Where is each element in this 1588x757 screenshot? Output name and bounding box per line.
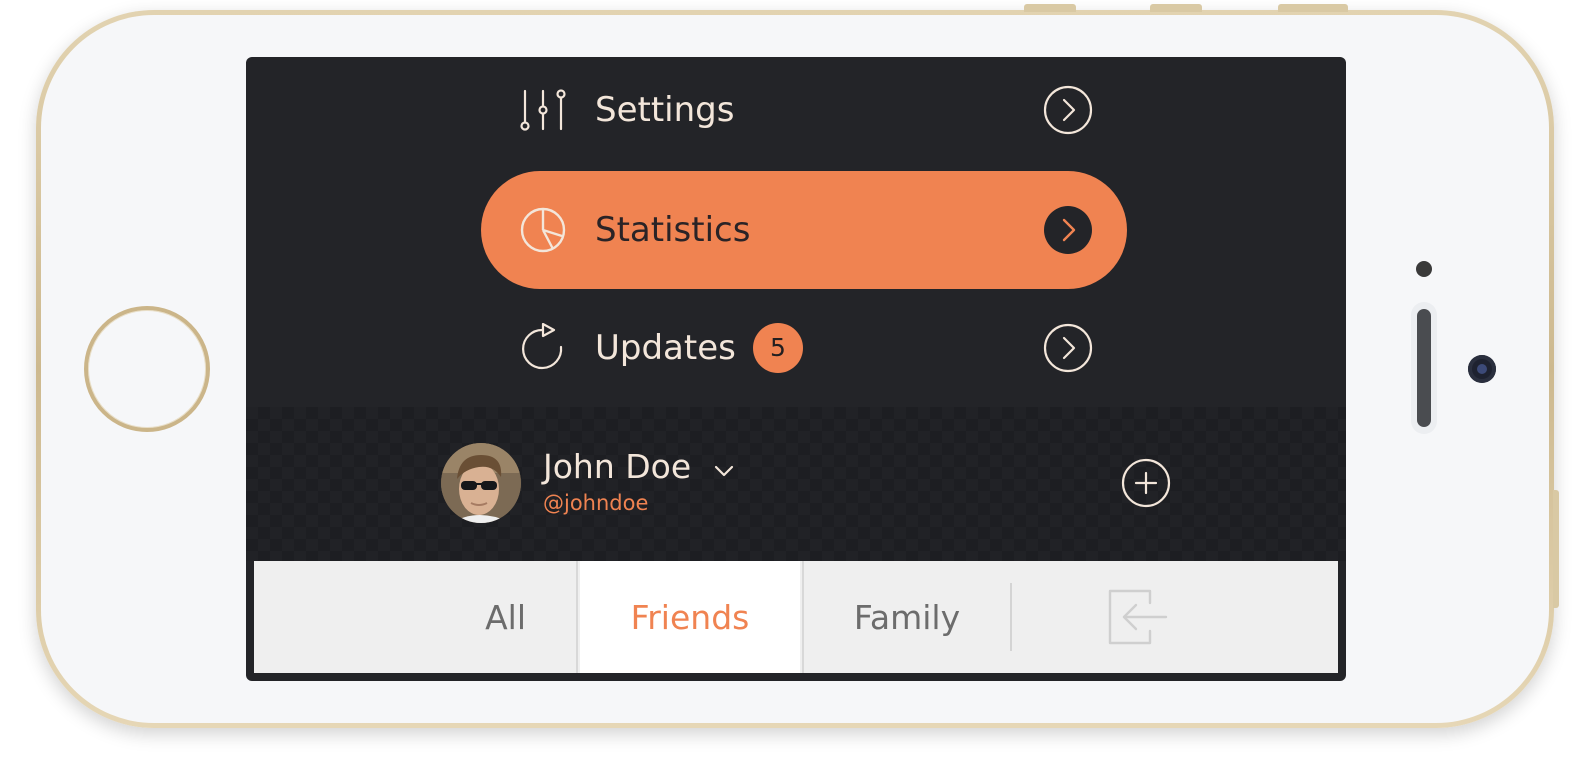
volume-down-button (1278, 4, 1348, 12)
menu-item-updates[interactable]: Updates 5 (481, 289, 1127, 407)
menu-item-statistics[interactable]: Statistics (481, 171, 1127, 289)
menu-item-label: Updates (595, 328, 736, 368)
menu-item-settings[interactable]: Settings (481, 57, 1127, 169)
tab-bar: All Friends Family (254, 561, 1338, 673)
power-button (1553, 490, 1559, 608)
user-name: John Doe (543, 447, 692, 486)
tab-family[interactable]: Family (802, 561, 1010, 673)
updates-count-badge: 5 (753, 323, 803, 373)
logout-icon[interactable] (1106, 587, 1170, 647)
add-icon[interactable] (1121, 458, 1171, 508)
tab-divider (1010, 583, 1012, 651)
earpiece-speaker (1411, 302, 1437, 434)
refresh-icon (522, 323, 563, 370)
sliders-icon (520, 89, 566, 131)
app-screen: Settings Statistics Updates 5 John Doe @… (246, 57, 1346, 681)
chevron-down-icon[interactable] (712, 459, 736, 483)
home-button[interactable] (84, 306, 210, 432)
chevron-right-icon[interactable] (1043, 205, 1093, 255)
proximity-sensor (1416, 261, 1432, 277)
menu-item-label: Settings (595, 90, 735, 130)
tab-friends[interactable]: Friends (580, 561, 800, 673)
menu-item-label: Statistics (595, 210, 751, 250)
chevron-right-icon[interactable] (1043, 85, 1093, 135)
front-camera (1468, 355, 1496, 383)
mute-switch (1024, 4, 1076, 12)
avatar-image (441, 443, 521, 523)
tab-all[interactable]: All (254, 561, 578, 673)
avatar[interactable] (441, 443, 521, 523)
user-handle: @johndoe (543, 491, 649, 515)
user-profile: John Doe @johndoe (246, 407, 1346, 561)
pie-chart-icon (520, 207, 566, 253)
chevron-right-icon[interactable] (1043, 323, 1093, 373)
volume-up-button (1150, 4, 1202, 12)
